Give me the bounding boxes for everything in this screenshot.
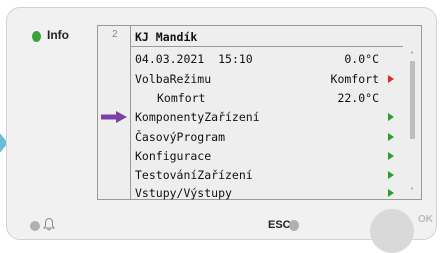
divider bbox=[131, 46, 403, 47]
info-label[interactable]: Info bbox=[47, 28, 69, 42]
scrollbar[interactable]: ˄ ˅ bbox=[407, 51, 418, 198]
scroll-down-icon[interactable]: ˅ bbox=[410, 187, 414, 196]
ok-label: OK bbox=[418, 214, 433, 225]
arrow-right-icon bbox=[388, 189, 394, 197]
menu-item-komfort[interactable]: Komfort 22.0°C bbox=[135, 89, 397, 107]
arrow-right-icon bbox=[388, 113, 394, 121]
scroll-up-icon[interactable]: ˄ bbox=[410, 51, 414, 60]
status-led-off bbox=[30, 221, 40, 231]
menu-item-konfigurace[interactable]: Konfigurace bbox=[135, 147, 397, 165]
ok-button[interactable] bbox=[370, 209, 414, 253]
datetime-row: 04.03.2021 15:10 0.0°C bbox=[135, 50, 397, 68]
display-screen: 2 KJ Mandík 04.03.2021 15:10 0.0°C Volba… bbox=[97, 25, 422, 200]
menu-item-komponenty-zarizeni[interactable]: KomponentyZařízení bbox=[135, 108, 397, 126]
arrow-right-icon bbox=[388, 152, 394, 160]
control-panel: Info 2 KJ Mandík 04.03.2021 15:10 0.0°C … bbox=[6, 7, 437, 253]
menu-item-vstupy-vystupy[interactable]: Vstupy/Výstupy bbox=[135, 184, 397, 202]
esc-label[interactable]: ESC bbox=[268, 219, 291, 231]
time: 15:10 bbox=[218, 52, 253, 66]
arrow-right-icon bbox=[388, 133, 394, 141]
page-number: 2 bbox=[112, 29, 118, 40]
scroll-thumb[interactable] bbox=[410, 61, 415, 139]
status-led bbox=[32, 31, 41, 42]
screen-title: KJ Mandík bbox=[135, 30, 198, 44]
selection-arrow-icon bbox=[101, 111, 127, 123]
menu-item-volba-rezimu[interactable]: VolbaRežimu Komfort bbox=[135, 70, 397, 88]
esc-button[interactable] bbox=[289, 220, 299, 231]
menu-item-casovy-program[interactable]: ČasovýProgram bbox=[135, 128, 397, 146]
arrow-right-icon bbox=[388, 75, 394, 83]
divider bbox=[130, 26, 131, 199]
bell-icon[interactable] bbox=[43, 217, 55, 231]
date: 04.03.2021 bbox=[135, 52, 205, 66]
temperature: 0.0°C bbox=[344, 52, 379, 66]
menu-item-testovani-zarizeni[interactable]: TestováníZařízení bbox=[135, 166, 397, 184]
arrow-right-icon bbox=[388, 171, 394, 179]
